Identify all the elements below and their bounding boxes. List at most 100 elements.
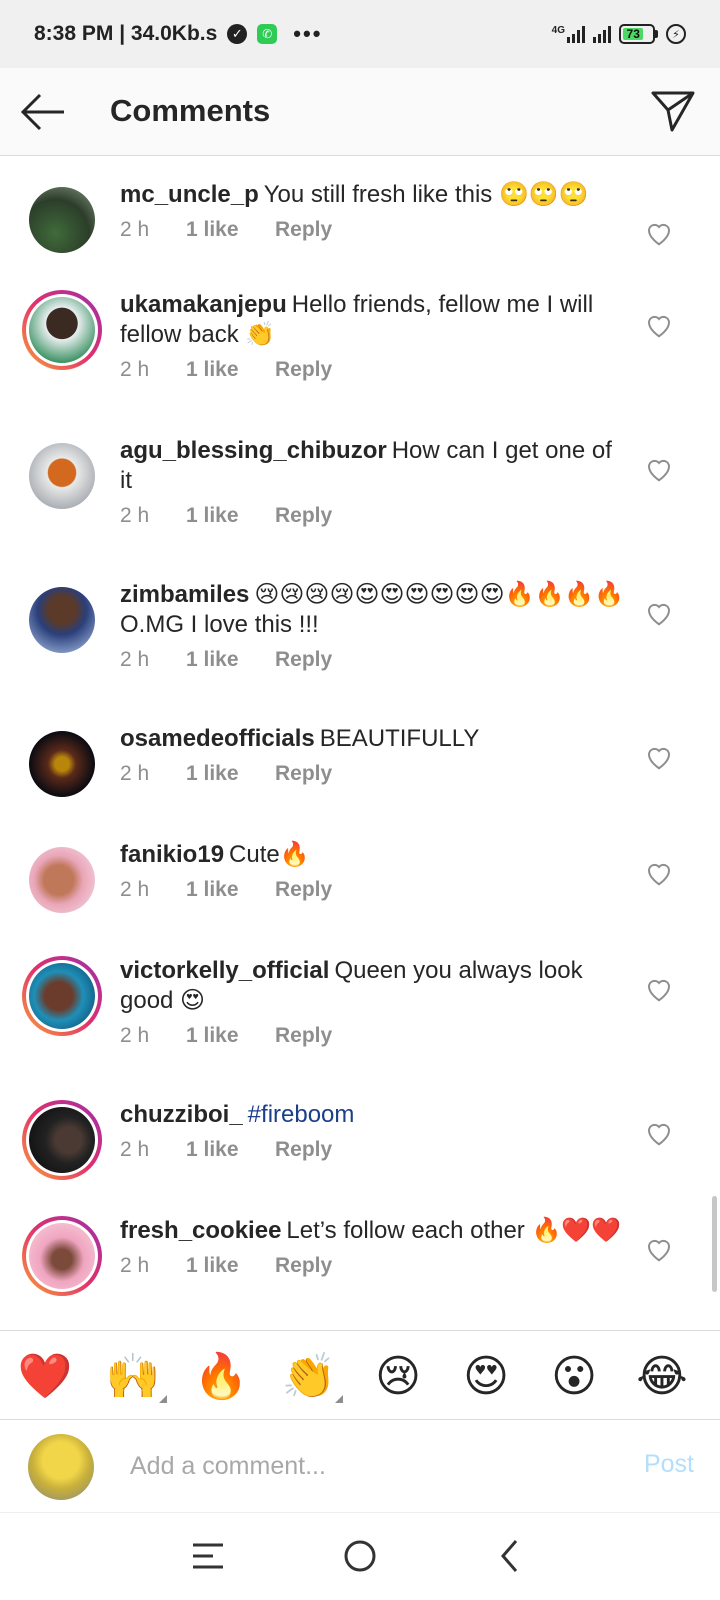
fire-emoji-button[interactable]: 🔥 <box>193 1349 249 1405</box>
raising-hands-emoji: 🙌 <box>105 1351 161 1402</box>
comment-likes[interactable]: 1 like <box>186 762 275 786</box>
avatar[interactable] <box>22 956 102 1036</box>
signal-icon <box>593 25 611 43</box>
comment-username[interactable]: agu_blessing_chibuzor <box>120 437 387 464</box>
comment-username[interactable]: zimbamiles <box>120 581 249 608</box>
comment-text: chuzziboi_ #fireboom <box>120 1100 630 1130</box>
avatar[interactable] <box>22 840 102 920</box>
surprised-face-emoji-button[interactable]: 😮 <box>546 1349 602 1405</box>
comment-hashtag[interactable]: #fireboom <box>248 1101 355 1128</box>
reply-button[interactable]: Reply <box>275 648 332 672</box>
status-time-speed: 8:38 PM | 34.0Kb.s <box>34 22 218 45</box>
comment-text: zimbamiles 😢😢😢😢😍😍😍😍😍😍🔥🔥🔥🔥O.MG I love this… <box>120 580 630 640</box>
comment-time: 2 h <box>120 1254 150 1277</box>
status-bar: 8:38 PM | 34.0Kb.s ✓ ✆ ••• 4G 73 ⚡ <box>0 0 720 68</box>
heart-eyes-emoji-button[interactable]: 😍 <box>458 1349 514 1405</box>
comment-likes[interactable]: 1 like <box>186 648 275 672</box>
battery-icon: 73 <box>619 24 658 44</box>
reply-button[interactable]: Reply <box>275 878 332 902</box>
like-heart-icon[interactable] <box>644 742 674 772</box>
like-heart-icon[interactable] <box>644 1234 674 1264</box>
menu-icon[interactable] <box>183 1531 233 1581</box>
status-right: 4G 73 ⚡ <box>552 24 686 44</box>
home-circle-icon[interactable] <box>335 1531 385 1581</box>
battery-level: 73 <box>623 27 644 41</box>
comment-text: osamedeofficials BEAUTIFULLY <box>120 724 630 754</box>
comment-likes[interactable]: 1 like <box>186 504 275 528</box>
network-type-label: 4G <box>551 25 565 36</box>
send-icon[interactable] <box>650 88 696 134</box>
comment-time: 2 h <box>120 878 150 901</box>
avatar[interactable] <box>22 1216 102 1296</box>
tears-of-joy-emoji-button[interactable]: 😂 <box>634 1349 690 1405</box>
back-arrow-icon[interactable] <box>20 90 66 134</box>
comment-time: 2 h <box>120 648 150 671</box>
reply-button[interactable]: Reply <box>275 1138 332 1162</box>
comment-time: 2 h <box>120 1024 150 1047</box>
comment-username[interactable]: ukamakanjepu <box>120 291 287 318</box>
like-heart-icon[interactable] <box>644 218 674 248</box>
comment-text: ukamakanjepu Hello friends, fellow me I w… <box>120 290 630 350</box>
comment-text: victorkelly_official Queen you always loo… <box>120 956 630 1016</box>
comment-text: agu_blessing_chibuzor How can I get one o… <box>120 436 630 496</box>
comment-body: You still fresh like this 🙄🙄🙄 <box>263 181 589 208</box>
my-avatar <box>28 1434 94 1500</box>
back-chevron-icon[interactable] <box>486 1531 536 1581</box>
reply-button[interactable]: Reply <box>275 762 332 786</box>
comment-text: fanikio19 Cute🔥 <box>120 840 630 870</box>
raising-hands-emoji-button[interactable]: 🙌 <box>105 1349 167 1405</box>
comment-input[interactable] <box>130 1446 600 1486</box>
comment-time: 2 h <box>120 358 150 381</box>
status-left: 8:38 PM | 34.0Kb.s ✓ ✆ ••• <box>34 21 322 47</box>
like-heart-icon[interactable] <box>644 858 674 888</box>
avatar[interactable] <box>22 180 102 260</box>
comment-likes[interactable]: 1 like <box>186 218 275 242</box>
comment-username[interactable]: fresh_cookiee <box>120 1217 281 1244</box>
avatar[interactable] <box>22 580 102 660</box>
comment-likes[interactable]: 1 like <box>186 358 275 382</box>
comment-username[interactable]: osamedeofficials <box>120 725 315 752</box>
post-button[interactable]: Post <box>644 1450 694 1479</box>
reply-button[interactable]: Reply <box>275 504 332 528</box>
reply-button[interactable]: Reply <box>275 1254 332 1278</box>
emoji-reaction-bar: ❤️ 🙌 🔥 👏 😢 😍 😮 😂 <box>0 1330 720 1420</box>
comment-username[interactable]: mc_uncle_p <box>120 181 259 208</box>
comment-text: mc_uncle_p You still fresh like this 🙄🙄🙄 <box>120 180 630 210</box>
comment-likes[interactable]: 1 like <box>186 878 275 902</box>
red-heart-emoji-button[interactable]: ❤️ <box>17 1349 73 1405</box>
system-nav-bar <box>0 1512 720 1600</box>
clapping-hands-emoji: 👏 <box>281 1351 337 1402</box>
comment-time: 2 h <box>120 762 150 785</box>
like-heart-icon[interactable] <box>644 310 674 340</box>
reply-button[interactable]: Reply <box>275 218 332 242</box>
avatar[interactable] <box>22 436 102 516</box>
clapping-hands-emoji-button[interactable]: 👏 <box>281 1349 343 1405</box>
comment-time: 2 h <box>120 1138 150 1161</box>
avatar[interactable] <box>22 724 102 804</box>
avatar[interactable] <box>22 290 102 370</box>
comment-likes[interactable]: 1 like <box>186 1138 275 1162</box>
comment-username[interactable]: fanikio19 <box>120 841 224 868</box>
comment-text: fresh_cookiee Let’s follow each other 🔥❤️… <box>120 1216 630 1246</box>
comment-body: BEAUTIFULLY <box>319 725 480 752</box>
reply-button[interactable]: Reply <box>275 1024 332 1048</box>
comment-likes[interactable]: 1 like <box>186 1024 275 1048</box>
comment-time: 2 h <box>120 504 150 527</box>
avatar[interactable] <box>22 1100 102 1180</box>
crying-face-emoji-button[interactable]: 😢 <box>370 1349 426 1405</box>
scrollbar[interactable] <box>712 1196 717 1292</box>
comments-header: Comments <box>0 68 720 156</box>
comment-username[interactable]: victorkelly_official <box>120 957 329 984</box>
comments-list[interactable]: mc_uncle_p You still fresh like this 🙄🙄🙄 … <box>0 156 720 1328</box>
like-heart-icon[interactable] <box>644 974 674 1004</box>
like-heart-icon[interactable] <box>644 1118 674 1148</box>
reply-button[interactable]: Reply <box>275 358 332 382</box>
comment-likes[interactable]: 1 like <box>186 1254 275 1278</box>
comment-time: 2 h <box>120 218 150 241</box>
comment-body: Cute🔥 <box>229 841 310 868</box>
like-heart-icon[interactable] <box>644 454 674 484</box>
comment-username[interactable]: chuzziboi_ <box>120 1101 243 1128</box>
verified-icon: ✓ <box>227 24 248 44</box>
like-heart-icon[interactable] <box>644 598 674 628</box>
comment-composer: Post <box>0 1420 720 1512</box>
